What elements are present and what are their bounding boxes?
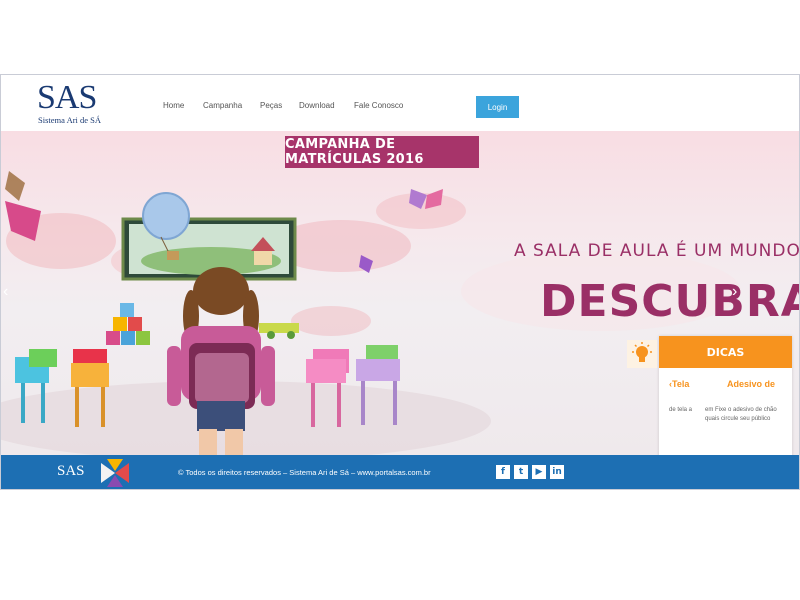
facebook-icon[interactable]: f: [496, 465, 510, 479]
nav-home[interactable]: Home: [163, 101, 184, 110]
carousel-next-arrow[interactable]: ›: [732, 283, 737, 301]
logo-subtitle: Sistema Ari de SÁ: [38, 115, 102, 125]
hero-headline: DESCUBRA.: [540, 276, 799, 327]
logo-mark: SAS: [37, 79, 97, 116]
browser-viewport: SAS Sistema Ari de SÁ Home Campanha Peça…: [0, 74, 800, 490]
tip-title[interactable]: ‹Tela: [669, 379, 689, 389]
carousel-prev-arrow[interactable]: ‹: [3, 283, 8, 301]
tip-body: em Fixe o adesivo de chão quais circule …: [705, 407, 777, 422]
nav-pecas[interactable]: Peças: [260, 101, 282, 110]
youtube-icon[interactable]: ▶: [532, 465, 546, 479]
site-footer: SAS © Todos os direitos reservados – Sis…: [1, 455, 799, 489]
lightbulb-icon: [627, 340, 657, 368]
campaign-banner[interactable]: CAMPANHA DE MATRÍCULAS 2016: [285, 136, 479, 168]
hero-tagline: A SALA DE AULA É UM MUNDO.: [514, 241, 800, 261]
login-button[interactable]: Login: [476, 96, 519, 118]
footer-logo[interactable]: SAS: [57, 463, 85, 480]
twitter-icon[interactable]: t: [514, 465, 528, 479]
nav-download[interactable]: Download: [299, 101, 335, 110]
site-header: SAS Sistema Ari de SÁ Home Campanha Peça…: [1, 75, 799, 131]
footer-copyright: © Todos os direitos reservados – Sistema…: [178, 468, 431, 477]
nav-campanha[interactable]: Campanha: [203, 101, 242, 110]
linkedin-icon[interactable]: in: [550, 465, 564, 479]
footer-emblem-icon: [101, 459, 129, 487]
tips-title: DICAS: [659, 336, 792, 368]
sas-logo[interactable]: SAS Sistema Ari de SÁ: [37, 81, 117, 127]
nav-fale-conosco[interactable]: Fale Conosco: [354, 101, 403, 110]
tip-title[interactable]: Adesivo de: [727, 379, 775, 389]
